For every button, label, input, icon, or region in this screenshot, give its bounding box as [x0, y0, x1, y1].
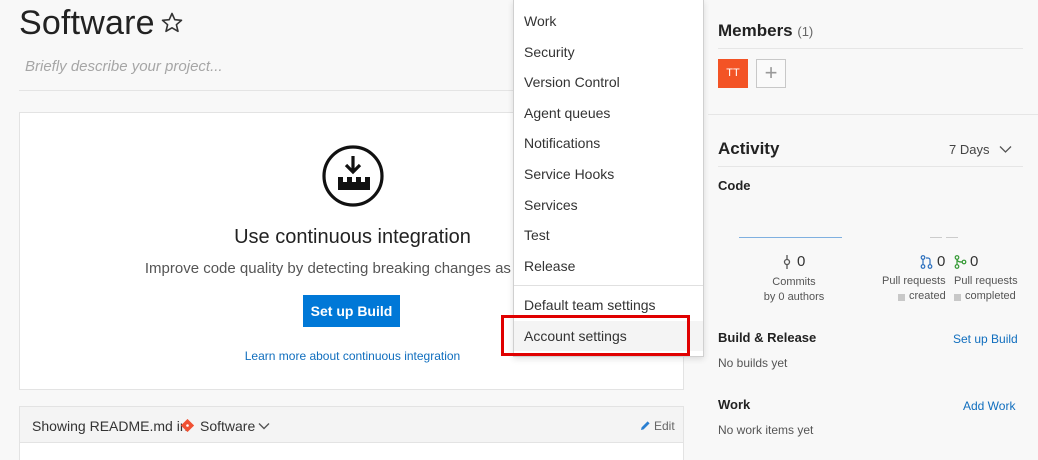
- menu-item-version-control[interactable]: Version Control: [514, 67, 703, 97]
- build-status: No builds yet: [718, 356, 788, 370]
- build-release-label: Build & Release: [718, 330, 817, 345]
- readme-header: Showing README.md in Software Edit: [20, 407, 683, 443]
- members-title: Members: [718, 21, 793, 40]
- commit-icon: [783, 255, 791, 269]
- menu-item-notifications[interactable]: Notifications: [514, 128, 703, 158]
- pull-requests-created-count[interactable]: 0: [937, 253, 945, 270]
- avatar[interactable]: TT: [718, 59, 748, 88]
- activity-title: Activity: [718, 139, 780, 158]
- pull-requests-created-legend: created: [898, 290, 946, 302]
- edit-button[interactable]: Edit: [654, 419, 675, 433]
- pull-requests-completed-legend: completed: [954, 290, 1016, 302]
- merge-icon: [954, 255, 967, 269]
- commits-sparkline: [739, 237, 842, 238]
- menu-item-service-hooks[interactable]: Service Hooks: [514, 159, 703, 189]
- pull-requests-completed-count[interactable]: 0: [970, 253, 978, 270]
- repo-selector[interactable]: Software: [200, 418, 255, 434]
- readme-card: Showing README.md in Software Edit: [19, 406, 684, 460]
- work-status: No work items yet: [718, 423, 814, 437]
- menu-divider: [514, 285, 703, 286]
- pull-requests-completed-label: Pull requests: [954, 275, 1018, 287]
- highlight-box: [501, 315, 690, 356]
- build-icon: [322, 145, 384, 207]
- commits-authors-label: by 0 authors: [763, 291, 825, 303]
- pull-requests-created-label: Pull requests: [882, 275, 946, 287]
- pull-request-icon: [920, 255, 933, 269]
- menu-item-security[interactable]: Security: [514, 37, 703, 67]
- activity-range-selector[interactable]: 7 Days: [949, 142, 989, 157]
- pencil-icon[interactable]: [639, 420, 651, 432]
- add-member-button[interactable]: +: [756, 59, 786, 88]
- git-icon: [181, 419, 194, 432]
- code-section-label: Code: [718, 178, 751, 193]
- members-count: (1): [797, 24, 814, 39]
- set-up-build-button[interactable]: Set up Build: [303, 295, 400, 327]
- chevron-down-icon[interactable]: [258, 421, 270, 431]
- set-up-build-link[interactable]: Set up Build: [953, 332, 1018, 346]
- pull-requests-created-sublabel: created: [909, 290, 946, 302]
- menu-item-release[interactable]: Release: [514, 251, 703, 281]
- menu-item-services[interactable]: Services: [514, 190, 703, 220]
- project-description-input[interactable]: Briefly describe your project...: [25, 58, 223, 75]
- project-title: Software: [19, 4, 155, 42]
- menu-item-test[interactable]: Test: [514, 220, 703, 250]
- readme-showing-label: Showing README.md in: [32, 418, 188, 434]
- add-work-link[interactable]: Add Work: [963, 399, 1015, 413]
- menu-item-agent-queues[interactable]: Agent queues: [514, 98, 703, 128]
- pull-requests-sparkline: [930, 237, 970, 238]
- divider: [718, 48, 1023, 49]
- pull-requests-completed-sublabel: completed: [965, 290, 1016, 302]
- commits-count[interactable]: 0: [797, 253, 805, 270]
- commits-label: Commits: [772, 276, 816, 288]
- members-heading: Members (1): [718, 21, 813, 41]
- settings-menu: Work Security Version Control Agent queu…: [513, 0, 704, 357]
- work-label: Work: [718, 397, 751, 412]
- menu-item-work[interactable]: Work: [514, 6, 703, 36]
- chevron-down-icon[interactable]: [999, 144, 1012, 154]
- star-icon[interactable]: [160, 11, 184, 35]
- divider: [718, 166, 1023, 167]
- divider: [708, 114, 1038, 115]
